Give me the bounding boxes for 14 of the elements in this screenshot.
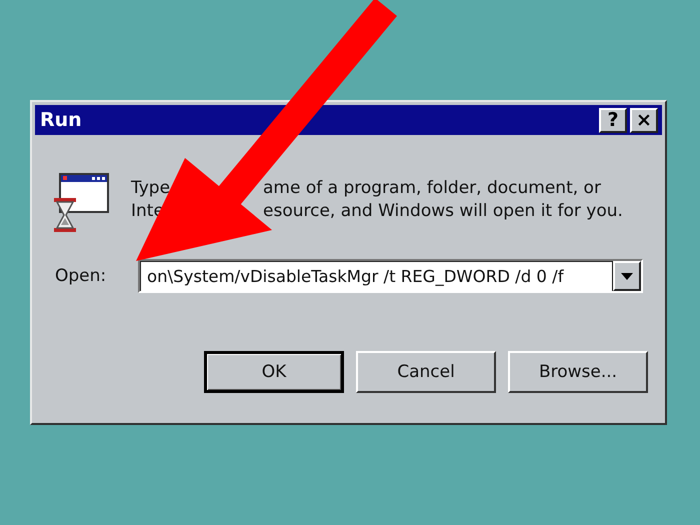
description-text: ame of a program, folder, document, or	[263, 178, 601, 198]
title-bar-button[interactable]: ?	[599, 108, 627, 132]
program-icon	[52, 172, 110, 234]
command-field[interactable]: on\System/vDisableTaskMgr /t REG_DWORD /d 0 /f	[138, 259, 643, 293]
dialog-button[interactable]: OK	[204, 351, 344, 393]
open-label: Open:	[55, 266, 108, 286]
description-text: Type	[131, 178, 172, 198]
window-title: Run	[40, 109, 82, 131]
dialog-button[interactable]: Cancel	[356, 351, 496, 393]
title-bar-button[interactable]: ×	[630, 108, 658, 132]
caret-icon	[621, 272, 633, 280]
dialog-button[interactable]: Browse...	[508, 351, 648, 393]
dropdown-button[interactable]	[613, 261, 641, 291]
description-text: esource, and Windows will open it for you.	[263, 201, 623, 221]
